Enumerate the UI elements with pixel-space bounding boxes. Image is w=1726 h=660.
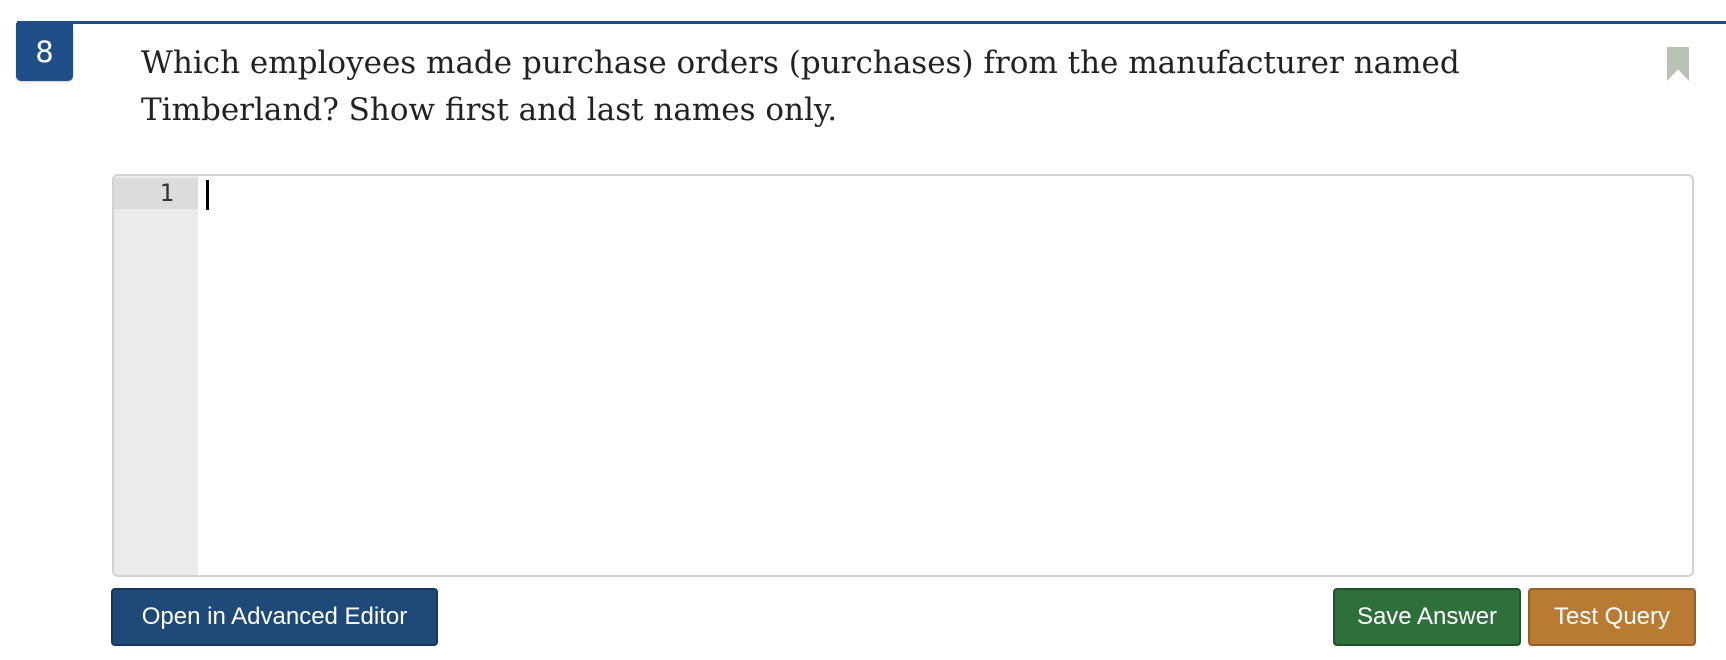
question-text: Which employees made purchase orders (pu…: [141, 45, 1460, 128]
line-number-gutter: 1: [114, 176, 198, 575]
question-card: 8 Which employees made purchase orders (…: [0, 0, 1726, 660]
save-answer-button[interactable]: Save Answer: [1333, 588, 1521, 646]
open-advanced-editor-button[interactable]: Open in Advanced Editor: [111, 588, 438, 646]
line-number: 1: [159, 179, 174, 207]
text-cursor: [206, 180, 209, 210]
question-number-badge: 8: [16, 23, 73, 81]
test-query-button[interactable]: Test Query: [1528, 588, 1696, 646]
code-input-area[interactable]: [198, 176, 1692, 575]
question-top-rule: [17, 21, 1726, 24]
sql-editor[interactable]: 1: [112, 174, 1694, 577]
bookmark-icon[interactable]: [1667, 47, 1689, 81]
